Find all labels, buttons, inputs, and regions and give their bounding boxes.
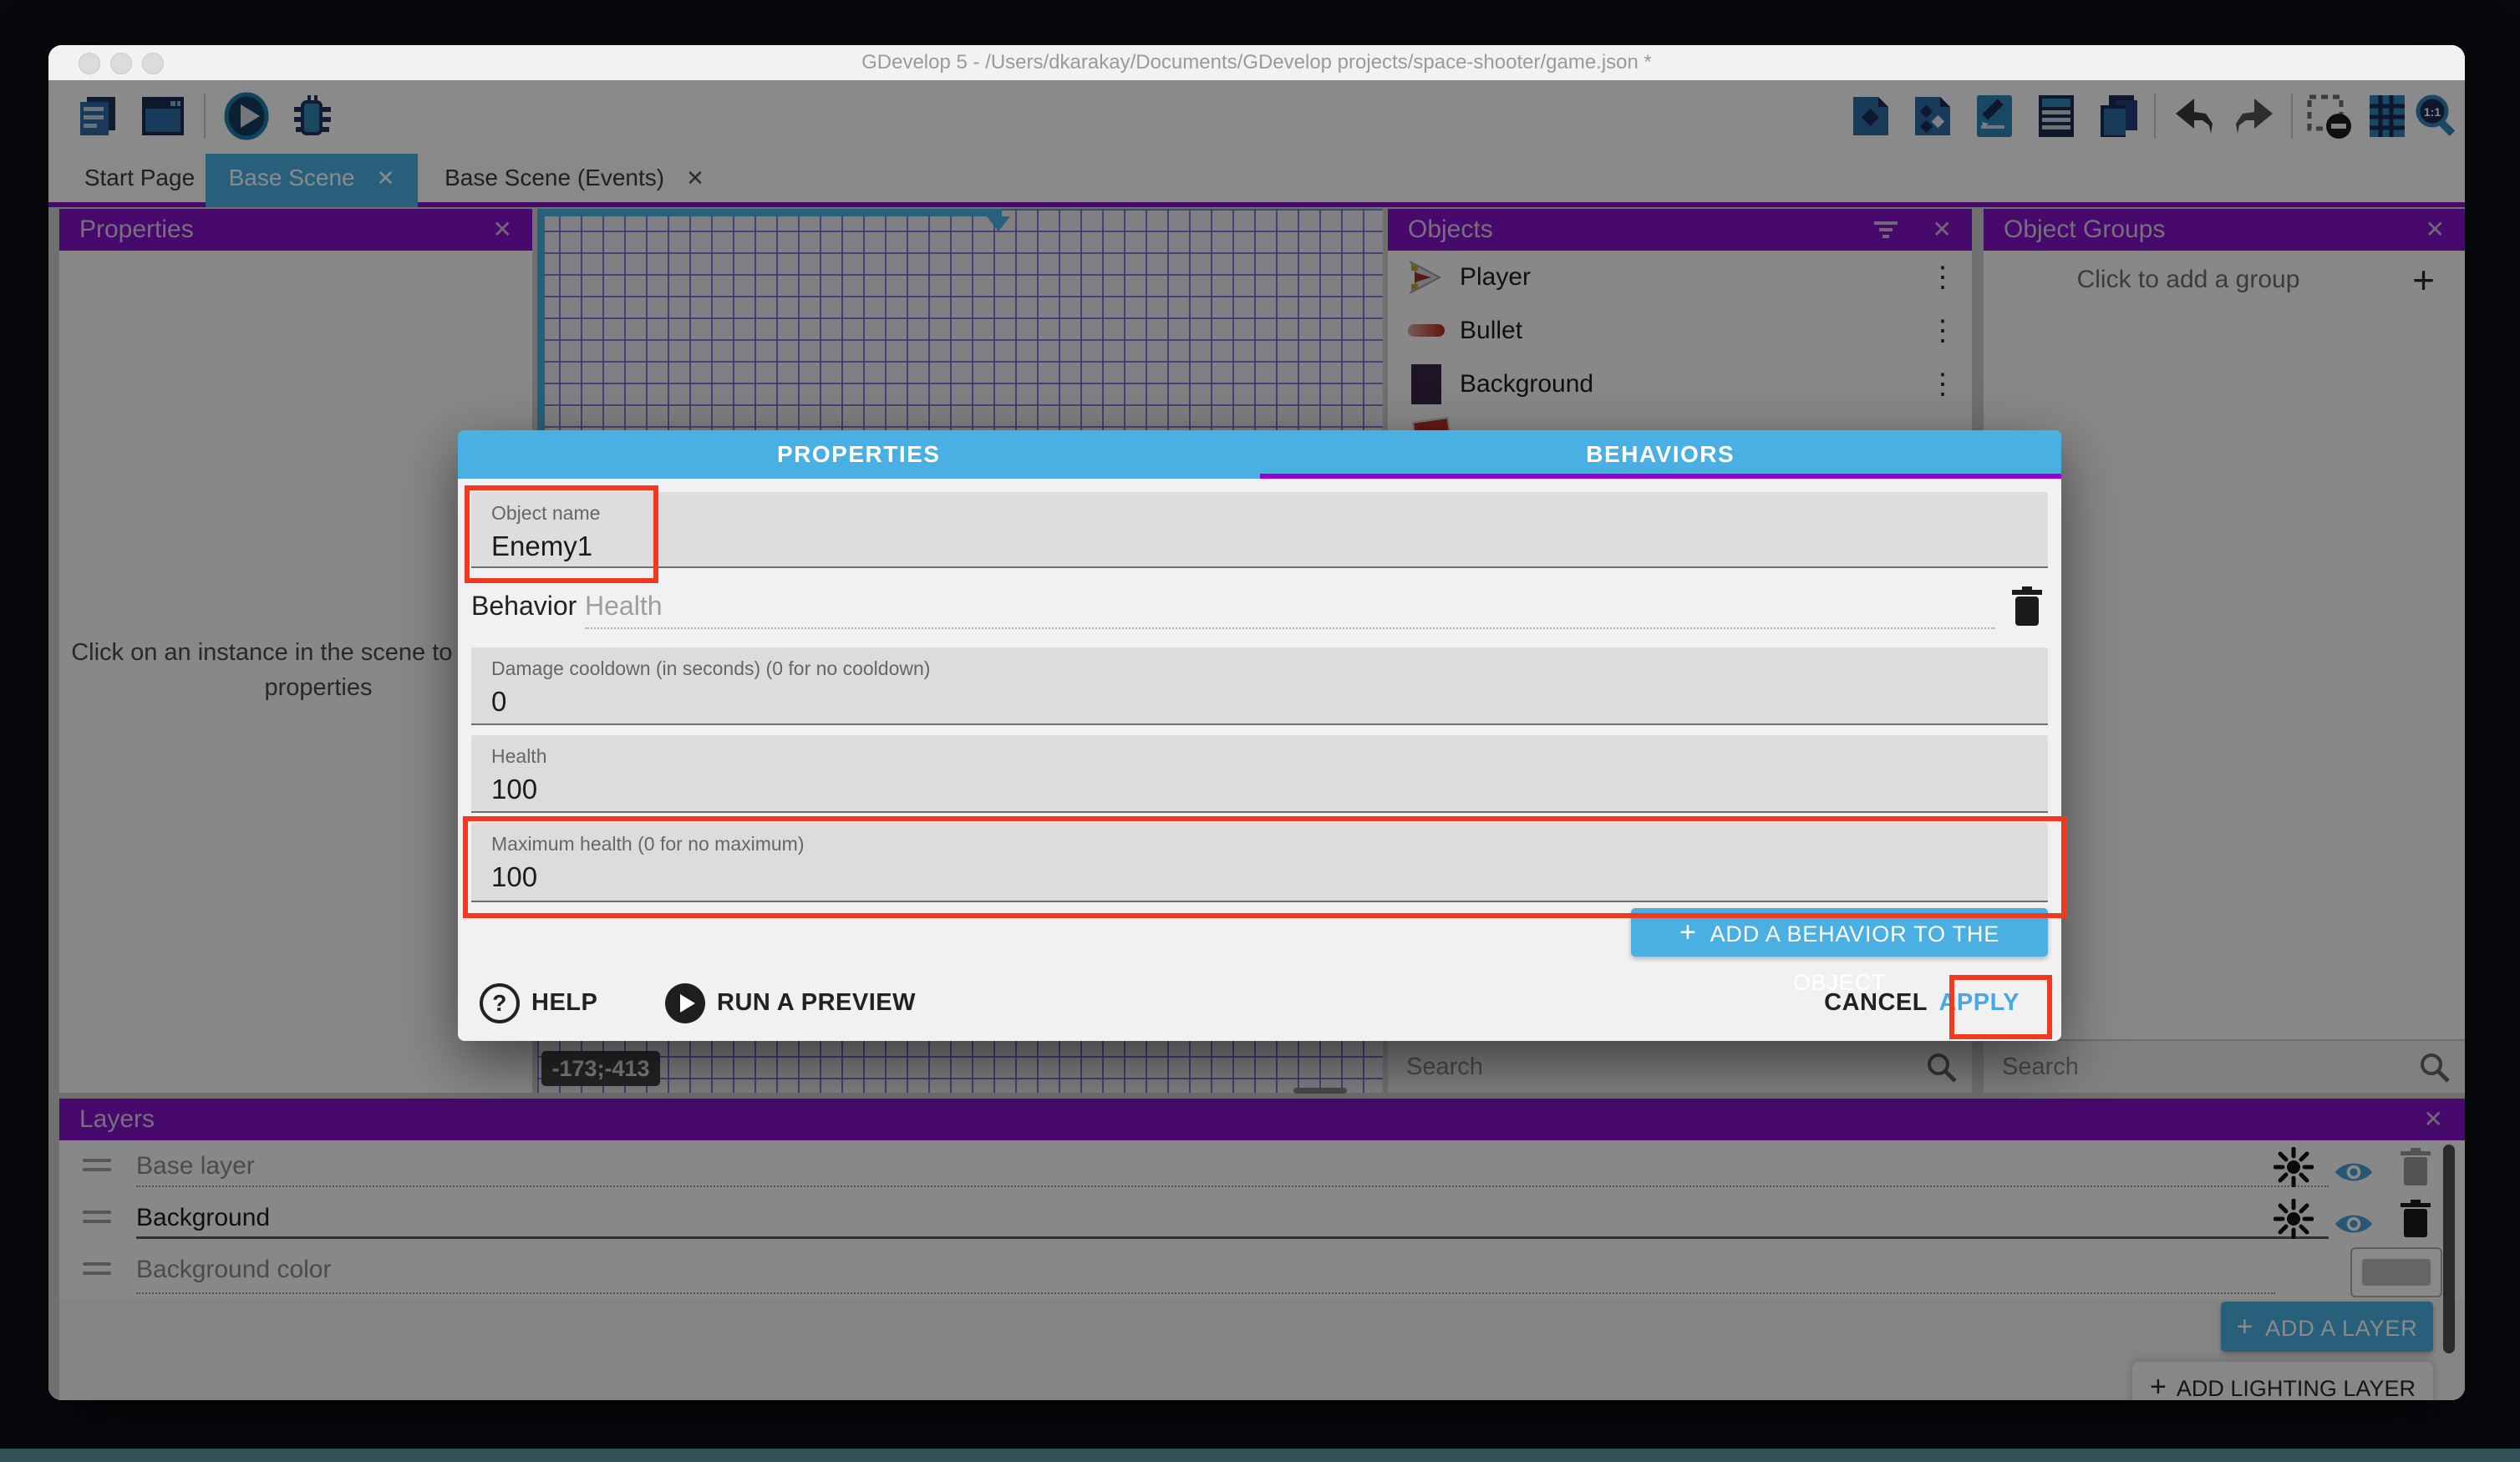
help-button[interactable]: ?HELP <box>480 973 597 1032</box>
titlebar: GDevelop 5 - /Users/dkarakay/Documents/G… <box>48 45 2465 81</box>
gdevelop-window: GDevelop 5 - /Users/dkarakay/Documents/G… <box>48 45 2465 1400</box>
annotation-apply-button <box>1949 975 2052 1039</box>
delete-behavior-trash-icon[interactable] <box>2010 586 2044 627</box>
object-editor-dialog: PROPERTIES BEHAVIORS Object name Enemy1 … <box>458 430 2061 1041</box>
play-icon <box>665 983 705 1023</box>
dialog-tab-behaviors[interactable]: BEHAVIORS <box>1260 430 2062 479</box>
dialog-tab-properties[interactable]: PROPERTIES <box>458 430 1260 479</box>
damage-cooldown-field[interactable]: Damage cooldown (in seconds) (0 for no c… <box>471 647 2048 725</box>
help-icon: ? <box>480 983 520 1023</box>
health-field[interactable]: Health 100 <box>471 735 2048 813</box>
plus-icon: + <box>1679 916 1697 948</box>
behavior-name-field[interactable]: Health <box>585 591 663 622</box>
screenshot-stage: GDevelop 5 - /Users/dkarakay/Documents/G… <box>0 0 2520 1462</box>
dialog-tab-bar: PROPERTIES BEHAVIORS <box>458 430 2061 479</box>
behavior-header-row: Behavior Health <box>471 579 2048 637</box>
behavior-name-underline <box>585 627 1995 629</box>
run-preview-button[interactable]: RUN A PREVIEW <box>665 973 916 1032</box>
object-name-field[interactable]: Object name Enemy1 <box>471 492 2048 568</box>
annotation-maximum-health <box>463 816 2067 918</box>
annotation-object-name <box>465 485 658 583</box>
cancel-button[interactable]: CANCEL <box>1824 973 1928 1032</box>
behavior-label: Behavior <box>471 591 577 622</box>
active-dialog-tab-indicator <box>1260 474 2062 479</box>
window-title: GDevelop 5 - /Users/dkarakay/Documents/G… <box>48 45 2465 80</box>
